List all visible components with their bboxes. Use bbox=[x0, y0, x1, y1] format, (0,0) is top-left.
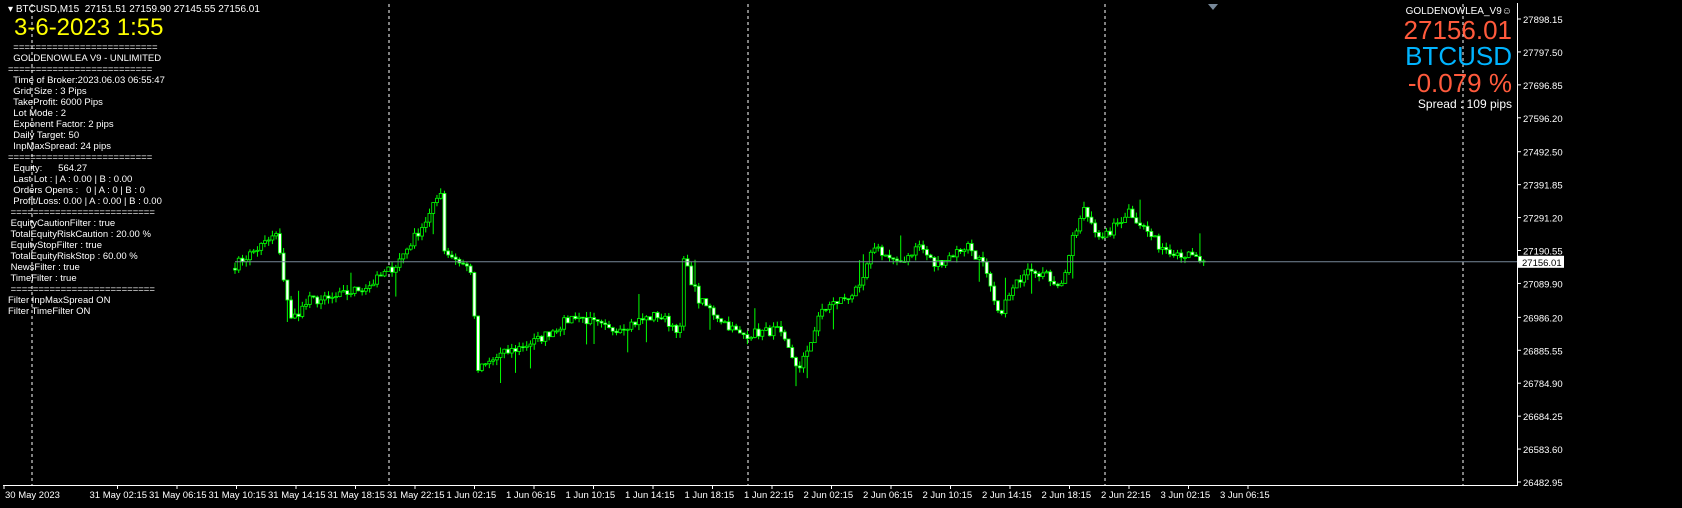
symbol-label: BTCUSD bbox=[1405, 41, 1512, 71]
time-tick-label: 3 Jun 02:15 bbox=[1161, 490, 1211, 501]
time-tick-label: 1 Jun 06:15 bbox=[506, 490, 556, 501]
info-line: TimeFilter : true bbox=[8, 273, 77, 284]
time-tick-label: 31 May 14:15 bbox=[268, 490, 326, 501]
ea-status-panel: GOLDENOWLEA_V9☺ 27156.01 BTCUSD -0.079 %… bbox=[1404, 6, 1512, 111]
price-tick-label: 27089.90 bbox=[1523, 279, 1563, 290]
time-tick-label: 31 May 18:15 bbox=[328, 490, 386, 501]
info-line: ========================== bbox=[8, 42, 158, 53]
info-line: ========================== bbox=[8, 207, 155, 218]
time-tick-label: 30 May 2023 bbox=[5, 490, 60, 501]
time-tick-label: 2 Jun 22:15 bbox=[1101, 490, 1151, 501]
price-tick-label: 27898.15 bbox=[1523, 15, 1563, 26]
current-price: 27156.01 bbox=[1403, 15, 1512, 45]
chart-frame bbox=[3, 3, 1518, 486]
info-line: Grid Size : 3 Pips bbox=[8, 86, 87, 97]
info-line: Filter InpMaxSpread ON bbox=[8, 295, 111, 306]
time-tick-label: 1 Jun 14:15 bbox=[625, 490, 675, 501]
price-change: -0.079 % bbox=[1407, 68, 1512, 98]
info-line: Equity: 564.27 bbox=[8, 163, 88, 174]
info-line: Time of Broker:2023.06.03 06:55:47 bbox=[8, 75, 165, 86]
price-tick-label: 26583.60 bbox=[1523, 445, 1563, 456]
info-line: ========================== bbox=[8, 64, 153, 75]
info-line: ========================== bbox=[8, 284, 155, 295]
time-tick-label: 31 May 02:15 bbox=[90, 490, 148, 501]
time-tick-label: 2 Jun 18:15 bbox=[1042, 490, 1092, 501]
time-axis[interactable]: 30 May 2023 31 May 02:15 31 May 06:15 31 Ma… bbox=[3, 485, 1270, 501]
time-tick-label: 2 Jun 06:15 bbox=[863, 490, 913, 501]
scroll-marker-icon[interactable] bbox=[1208, 4, 1218, 10]
info-line: EquityStopFilter : true bbox=[8, 240, 102, 251]
price-tick-label: 26684.25 bbox=[1523, 412, 1563, 423]
price-tick-label: 27797.50 bbox=[1523, 48, 1563, 59]
info-line: TakeProfit: 6000 Pips bbox=[8, 97, 103, 108]
ea-info-panel: ========================== GOLDENOWLEA V… bbox=[8, 42, 165, 317]
info-line: Lot Mode : 2 bbox=[8, 108, 67, 119]
info-line: EquityCautionFilter : true bbox=[8, 218, 116, 229]
info-line: Daily Target: 50 bbox=[8, 130, 80, 141]
price-tick-label: 26885.55 bbox=[1523, 346, 1563, 357]
date-time-display: 3-6-2023 1:55 bbox=[14, 14, 164, 41]
info-line: InpMaxSpread: 24 pips bbox=[8, 141, 111, 152]
info-line: TotalEquityRiskCaution : 20.00 % bbox=[8, 229, 151, 240]
time-tick-label: 2 Jun 10:15 bbox=[923, 490, 973, 501]
info-line: TotalEquityRiskStop : 60.00 % bbox=[8, 251, 138, 262]
time-tick-label: 31 May 10:15 bbox=[209, 490, 267, 501]
info-line: Orders Opens : 0 | A : 0 | B : 0 bbox=[8, 185, 145, 196]
time-tick-label: 1 Jun 02:15 bbox=[447, 490, 497, 501]
price-tick-label: 26784.90 bbox=[1523, 379, 1563, 390]
info-line: ========================== bbox=[8, 152, 153, 163]
time-tick-label: 2 Jun 02:15 bbox=[804, 490, 854, 501]
current-price-tag-label: 27156.01 bbox=[1522, 258, 1562, 269]
info-line: Exponent Factor: 2 pips bbox=[8, 119, 114, 130]
time-tick-label: 1 Jun 10:15 bbox=[566, 490, 616, 501]
time-tick-label: 1 Jun 18:15 bbox=[685, 490, 735, 501]
time-tick-label: 3 Jun 06:15 bbox=[1220, 490, 1270, 501]
info-line: GOLDENOWLEA V9 - UNLIMITED bbox=[8, 53, 162, 64]
info-line: NewsFilter : true bbox=[8, 262, 80, 273]
price-tick-label: 27391.85 bbox=[1523, 181, 1563, 192]
time-tick-label: 1 Jun 22:15 bbox=[744, 490, 794, 501]
price-tick-label: 26986.20 bbox=[1523, 313, 1563, 324]
price-tick-label: 27696.85 bbox=[1523, 81, 1563, 92]
price-tick-label: 27291.20 bbox=[1523, 214, 1563, 225]
info-line: Filter TimeFilter ON bbox=[8, 306, 91, 317]
price-axis[interactable]: 27898.15 27797.50 27696.85 27596.20 27492.50… bbox=[1517, 15, 1564, 489]
price-tick-label: 27492.50 bbox=[1523, 148, 1563, 159]
info-line: Profit/Loss: 0.00 | A : 0.00 | B : 0.00 bbox=[8, 196, 162, 207]
time-tick-label: 31 May 22:15 bbox=[387, 490, 445, 501]
price-tick-label: 27596.20 bbox=[1523, 114, 1563, 125]
time-tick-label: 2 Jun 14:15 bbox=[982, 490, 1032, 501]
price-tick-label: 26482.95 bbox=[1523, 478, 1563, 489]
info-line: Last Lot : | A : 0.00 | B : 0.00 bbox=[8, 174, 133, 185]
spread-label: Spread : 109 pips bbox=[1417, 97, 1512, 111]
time-tick-label: 31 May 06:15 bbox=[149, 490, 207, 501]
